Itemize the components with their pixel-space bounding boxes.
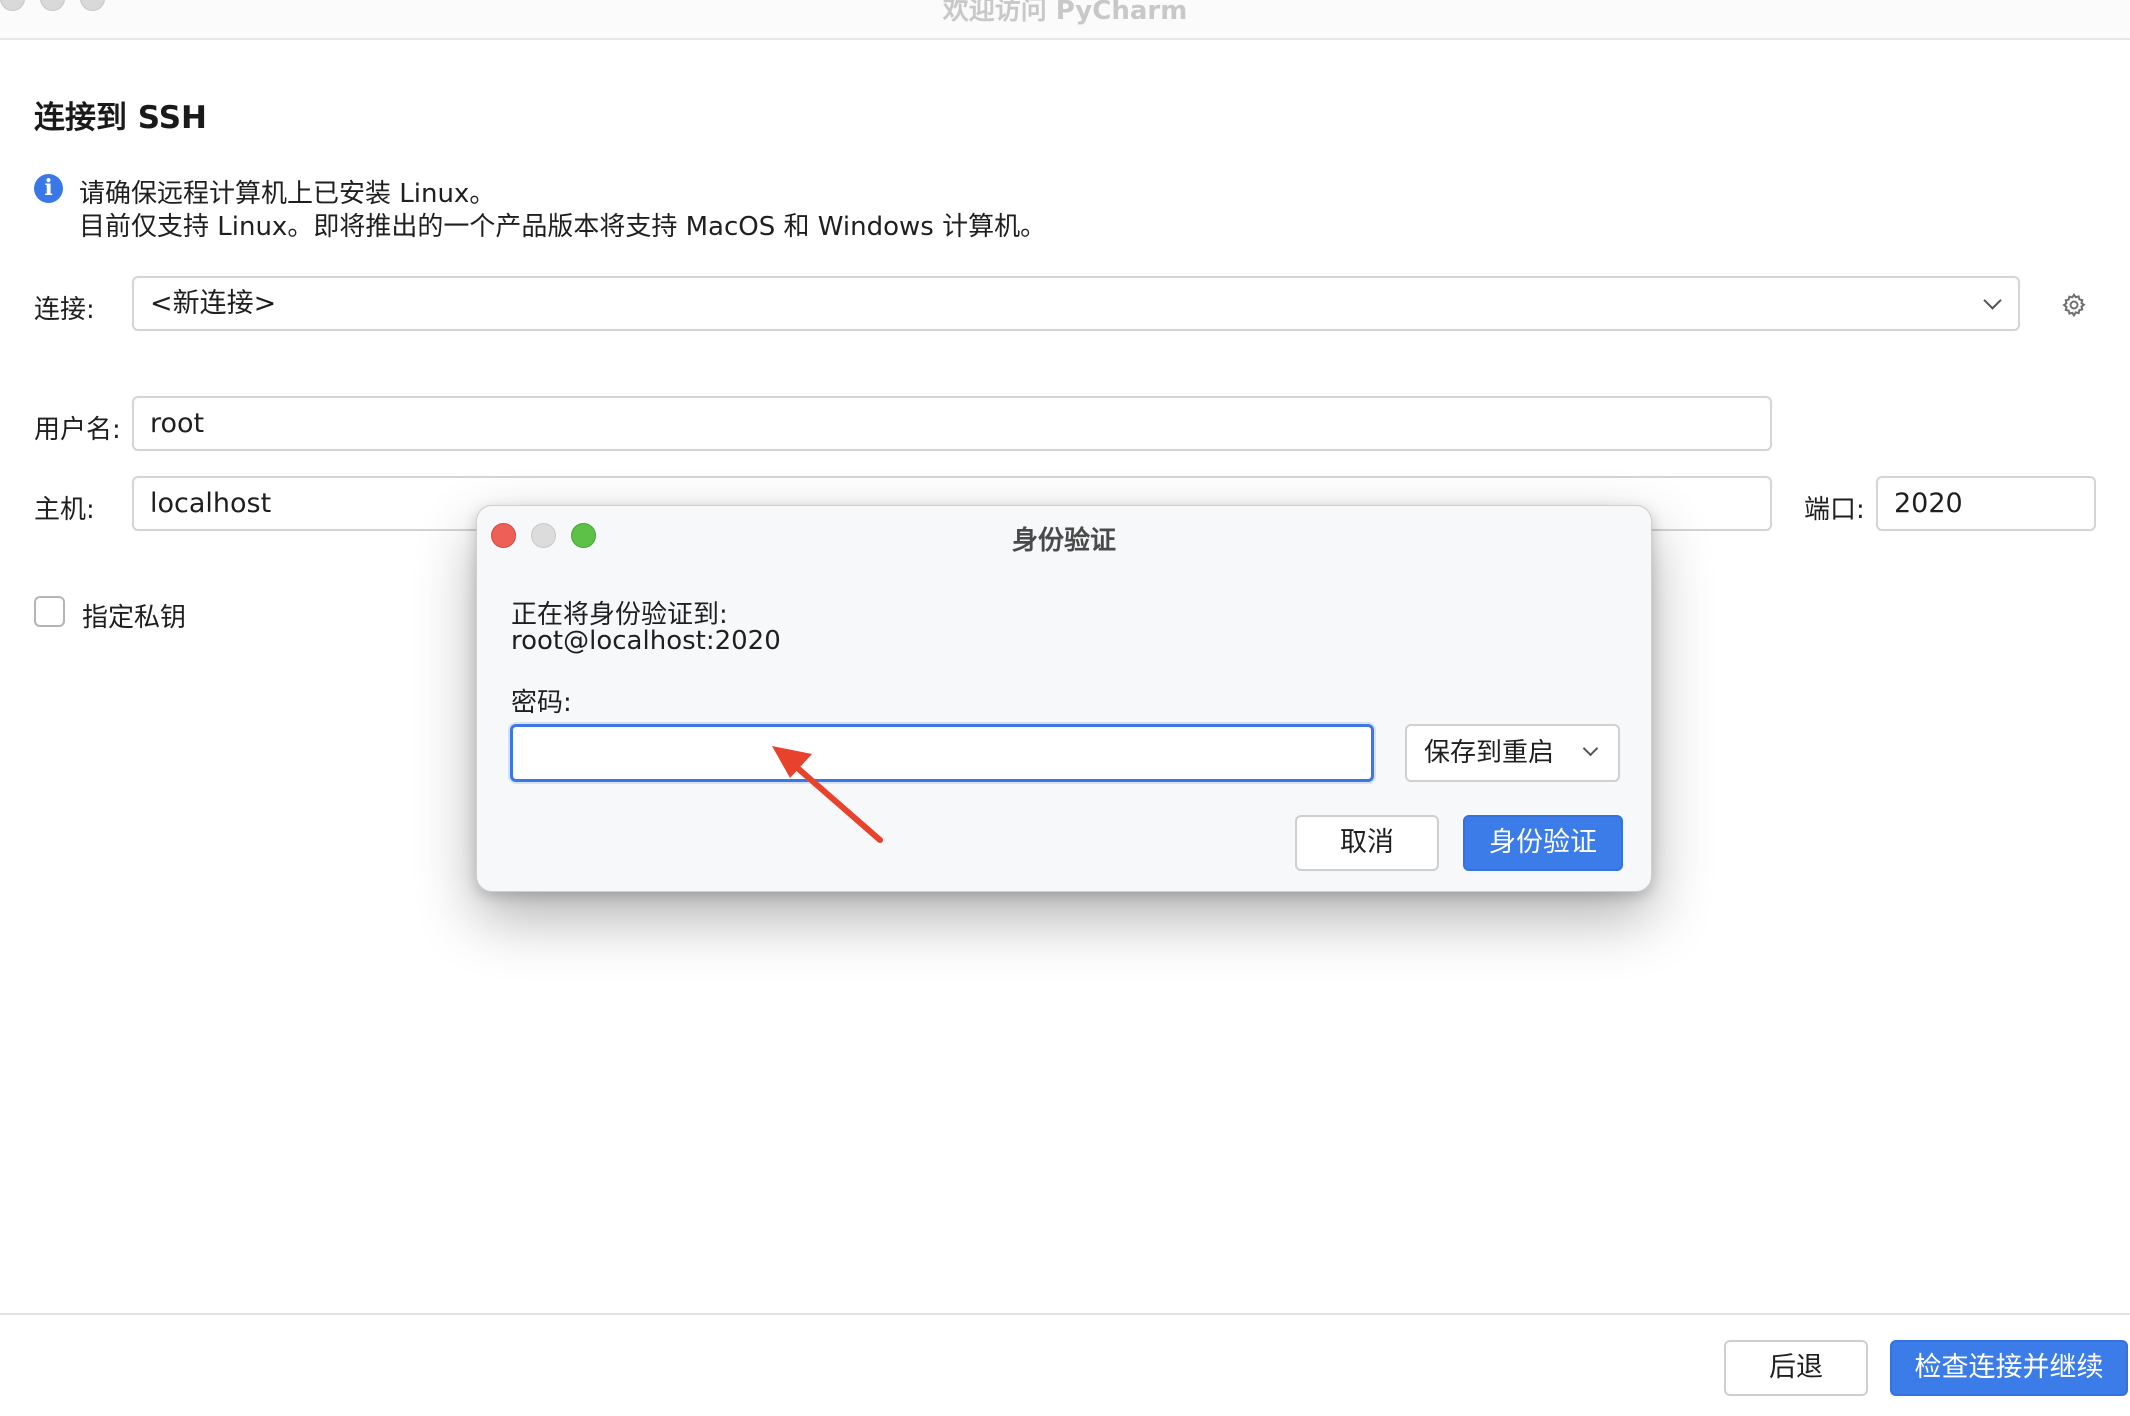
- username-label: 用户名:: [34, 415, 121, 445]
- window-title: 欢迎访问 PyCharm: [942, 0, 1188, 26]
- annotation-arrow-icon: [772, 746, 883, 843]
- footer-divider: [0, 1313, 2130, 1315]
- cancel-button[interactable]: 取消: [1295, 815, 1439, 871]
- password-label: 密码:: [511, 688, 572, 718]
- authenticate-button[interactable]: 身份验证: [1463, 815, 1623, 871]
- gear-icon[interactable]: [2061, 292, 2087, 318]
- private-key-checkbox[interactable]: [34, 596, 65, 627]
- port-label: 端口:: [1804, 495, 1865, 525]
- private-key-label[interactable]: 指定私钥: [82, 597, 186, 634]
- dialog-title: 身份验证: [1011, 526, 1116, 556]
- password-input[interactable]: [510, 724, 1374, 782]
- dialog-message-line-2: root@localhost:2020: [511, 626, 781, 656]
- save-password-select[interactable]: 保存到重启: [1405, 724, 1620, 782]
- connection-select[interactable]: <新连接>: [132, 276, 2020, 331]
- port-input[interactable]: 2020: [1876, 476, 2096, 531]
- username-input[interactable]: root: [132, 396, 1772, 451]
- chevron-down-icon: [1983, 291, 2002, 310]
- window-titlebar: 欢迎访问 PyCharm: [0, 0, 2130, 40]
- info-icon: i: [34, 174, 63, 203]
- chevron-down-icon: [1582, 740, 1599, 757]
- save-password-select-value: 保存到重启: [1424, 738, 1555, 768]
- connection-label: 连接:: [34, 295, 95, 325]
- back-button[interactable]: 后退: [1724, 1340, 1868, 1396]
- info-text-line-2: 目前仅支持 Linux。即将推出的一个产品版本将支持 MacOS 和 Windo…: [79, 212, 1047, 242]
- connection-select-value: <新连接>: [150, 288, 277, 319]
- host-label: 主机:: [34, 495, 95, 525]
- page-title: 连接到 SSH: [34, 100, 207, 136]
- authentication-dialog: 身份验证 正在将身份验证到: root@localhost:2020 密码: 保…: [476, 505, 1652, 892]
- check-and-continue-button[interactable]: 检查连接并继续: [1890, 1340, 2128, 1396]
- info-text-line-1: 请确保远程计算机上已安装 Linux。: [79, 179, 496, 209]
